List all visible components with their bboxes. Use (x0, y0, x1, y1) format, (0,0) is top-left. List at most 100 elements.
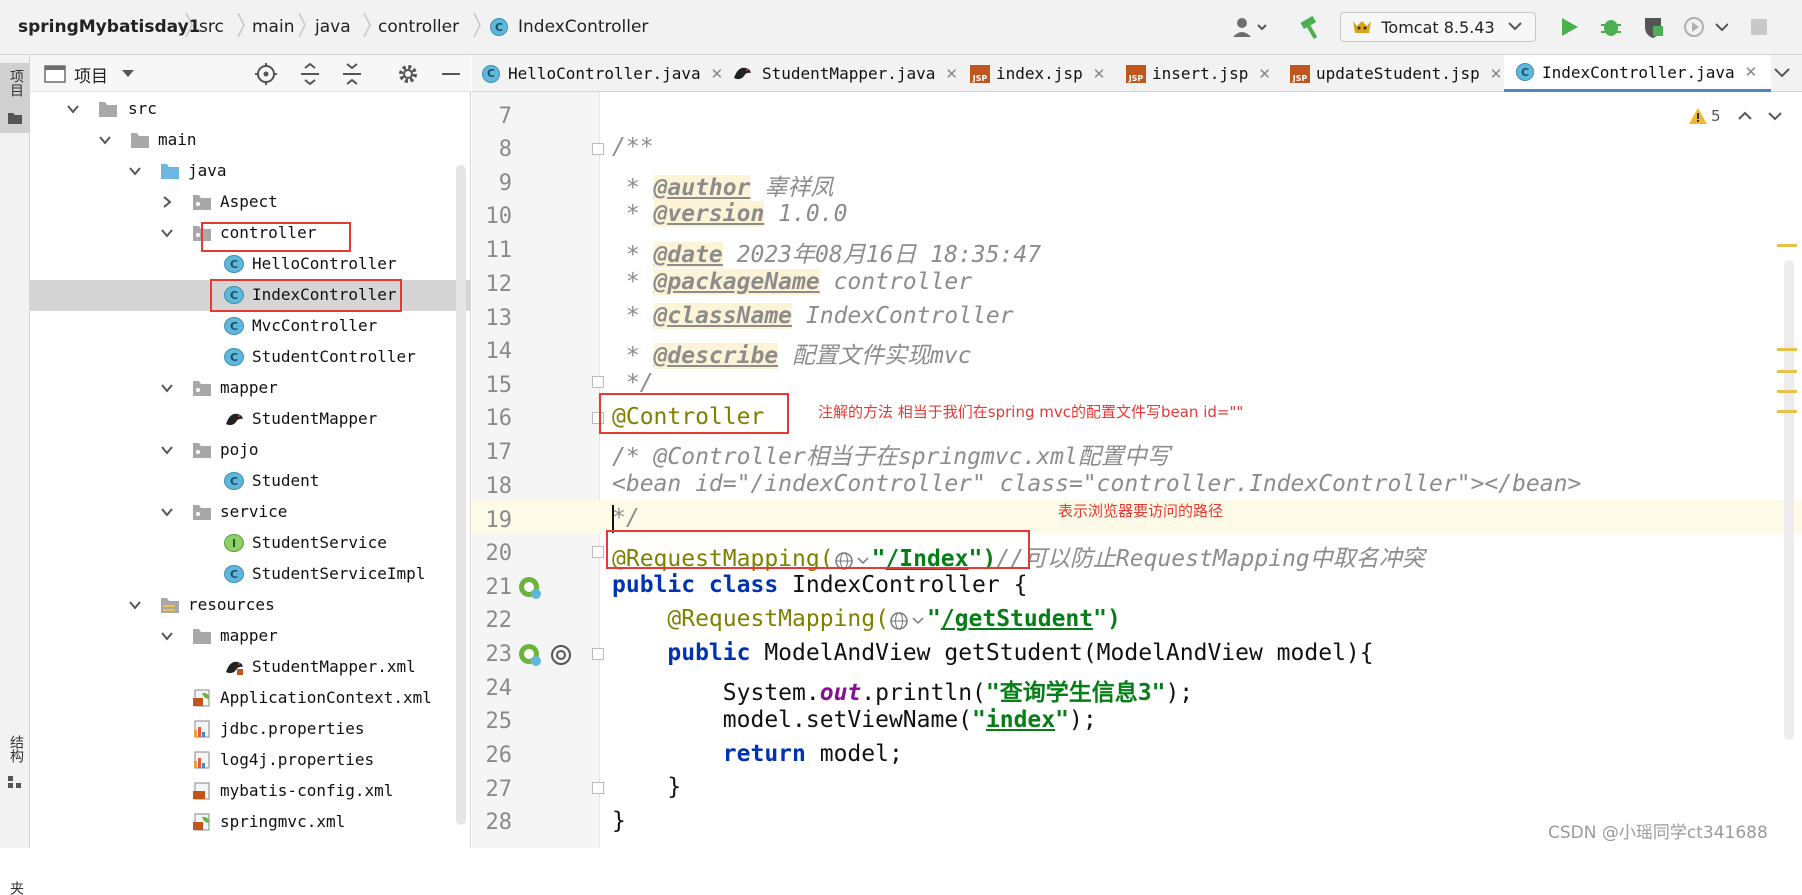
spring-bean-gutter-icon[interactable] (517, 575, 543, 601)
tree-item-springmvc-xml[interactable]: springmvc.xml (30, 807, 471, 838)
code-line-13[interactable]: * @className IndexController (612, 303, 1014, 329)
collapse-all-icon[interactable] (340, 62, 364, 86)
warning-stripe-marker[interactable] (1777, 410, 1797, 413)
fold-marker-icon[interactable] (592, 648, 604, 660)
fold-marker-icon[interactable] (592, 546, 604, 558)
minimize-icon[interactable] (440, 62, 462, 86)
tree-item-studentserviceimpl[interactable]: C StudentServiceImpl (30, 559, 471, 590)
project-tool-button[interactable]: 项目 (0, 63, 30, 133)
close-icon[interactable]: ✕ (1745, 63, 1758, 81)
tree-item-java[interactable]: java (30, 156, 471, 187)
close-icon[interactable]: ✕ (1258, 65, 1271, 83)
tree-item-resources-mapper[interactable]: mapper (30, 621, 471, 652)
profiler-icon[interactable] (1680, 12, 1730, 42)
code-line-14[interactable]: * @describe 配置文件实现mvc (612, 336, 972, 370)
locate-icon[interactable] (254, 62, 278, 86)
tree-item-log4j-properties[interactable]: log4j.properties (30, 745, 471, 776)
breadcrumb-main[interactable]: main (252, 17, 294, 37)
code-line-9[interactable]: * @author 辜祥凤 (612, 168, 833, 202)
code-line-19[interactable]: */ (612, 505, 640, 531)
chevron-down-icon[interactable] (160, 381, 174, 395)
tab-index-jsp[interactable]: JSP index.jsp ✕ (970, 55, 1105, 92)
tab-studentmapper[interactable]: StudentMapper.java ✕ (732, 55, 958, 92)
code-line-10[interactable]: * @version 1.0.0 (612, 201, 847, 227)
project-panel-title[interactable]: 项目 (74, 62, 108, 87)
chevron-down-icon[interactable] (128, 598, 142, 612)
structure-tool-button[interactable]: 结构 (0, 735, 30, 795)
code-line-26[interactable]: return model; (612, 741, 903, 767)
tab-list-chevron-icon[interactable] (1772, 65, 1792, 81)
breadcrumb-indexcontroller[interactable]: IndexController (518, 17, 648, 37)
breadcrumb-project[interactable]: springMybatisday1 (18, 17, 201, 37)
tree-item-student[interactable]: C Student (30, 466, 471, 497)
warning-stripe-marker[interactable] (1777, 370, 1797, 373)
chevron-down-icon[interactable] (160, 443, 174, 457)
code-line-18[interactable]: <bean id="/indexController" class="contr… (612, 471, 1581, 497)
expand-all-icon[interactable] (298, 62, 322, 86)
code-line-11[interactable]: * @date 2023年08月16日 18:35:47 (612, 235, 1041, 269)
tab-indexcontroller[interactable]: C IndexController.java ✕ (1504, 55, 1772, 92)
tree-item-studentcontroller[interactable]: C StudentController (30, 342, 471, 373)
warning-stripe-marker[interactable] (1777, 390, 1797, 393)
close-icon[interactable]: ✕ (1093, 65, 1106, 83)
fold-marker-icon[interactable] (592, 143, 604, 155)
chevron-down-icon[interactable] (128, 164, 142, 178)
chevron-down-icon[interactable] (160, 629, 174, 643)
tree-item-pojo[interactable]: pojo (30, 435, 471, 466)
code-line-22[interactable]: @RequestMapping("/getStudent") (612, 606, 1120, 632)
stop-icon[interactable] (1744, 12, 1774, 42)
user-icon[interactable] (1228, 12, 1272, 42)
tab-hellocontroller[interactable]: C HelloController.java ✕ (482, 55, 723, 92)
breadcrumb-controller[interactable]: controller (378, 17, 459, 37)
editor-scrollbar[interactable] (1784, 260, 1794, 740)
run-icon[interactable] (1554, 12, 1584, 42)
tree-item-jdbc-properties[interactable]: jdbc.properties (30, 714, 471, 745)
tree-item-aspect[interactable]: Aspect (30, 187, 471, 218)
url-globe-icon[interactable] (889, 610, 927, 630)
tree-item-mybatis-config-xml[interactable]: mybatis-config.xml (30, 776, 471, 807)
tab-updatestudent-jsp[interactable]: JSP updateStudent.jsp ✕ (1290, 55, 1502, 92)
code-line-12[interactable]: * @packageName controller (612, 269, 972, 295)
code-line-17[interactable]: /* @Controller相当于在springmvc.xml配置中写 (612, 437, 1170, 471)
chevron-down-icon[interactable] (66, 102, 80, 116)
code-line-24[interactable]: System.out.println("查询学生信息3"); (612, 673, 1193, 707)
tree-item-studentservice[interactable]: I StudentService (30, 528, 471, 559)
build-hammer-icon[interactable] (1296, 12, 1326, 42)
tree-item-main[interactable]: main (30, 125, 471, 156)
warning-stripe-marker[interactable] (1777, 348, 1797, 351)
fold-marker-icon[interactable] (592, 376, 604, 388)
tree-item-resources[interactable]: resources (30, 590, 471, 621)
tree-item-applicationcontext-xml[interactable]: ApplicationContext.xml (30, 683, 471, 714)
code-line-27[interactable]: } (612, 774, 681, 800)
chevron-down-icon[interactable] (160, 505, 174, 519)
fold-marker-icon[interactable] (592, 782, 604, 794)
chevron-right-icon[interactable] (160, 195, 174, 209)
breadcrumb-java[interactable]: java (315, 17, 351, 37)
project-scrollbar[interactable] (456, 165, 466, 825)
close-icon[interactable]: ✕ (1490, 65, 1503, 83)
chevron-down-icon[interactable] (120, 67, 136, 79)
debug-bug-icon[interactable] (1596, 12, 1626, 42)
close-icon[interactable]: ✕ (711, 65, 724, 83)
chevron-down-icon[interactable] (160, 226, 174, 240)
tree-item-hellocontroller[interactable]: C HelloController (30, 249, 471, 280)
gear-icon[interactable] (396, 62, 420, 86)
at-sign-gutter-icon[interactable] (549, 642, 575, 668)
close-icon[interactable]: ✕ (945, 65, 958, 83)
code-line-21[interactable]: public class IndexController { (612, 572, 1027, 598)
tree-item-src[interactable]: src (30, 94, 471, 125)
coverage-shield-icon[interactable] (1638, 12, 1668, 42)
tree-item-service[interactable]: service (30, 497, 471, 528)
tree-item-mvccontroller[interactable]: C MvcController (30, 311, 471, 342)
breadcrumb-src[interactable]: src (199, 17, 224, 37)
tree-item-studentmapper-xml[interactable]: StudentMapper.xml (30, 652, 471, 683)
run-config-select[interactable]: Tomcat 8.5.43 (1340, 12, 1536, 42)
code-line-23[interactable]: public ModelAndView getStudent(ModelAndV… (612, 640, 1373, 666)
tree-item-mapper[interactable]: mapper (30, 373, 471, 404)
chevron-up-icon[interactable] (1735, 109, 1755, 123)
bookmarks-tool-label[interactable]: 夹 (6, 881, 26, 895)
code-line-8[interactable]: /** (612, 134, 654, 160)
chevron-down-icon[interactable] (1765, 109, 1785, 123)
chevron-down-icon[interactable] (98, 133, 112, 147)
tab-insert-jsp[interactable]: JSP insert.jsp ✕ (1126, 55, 1271, 92)
